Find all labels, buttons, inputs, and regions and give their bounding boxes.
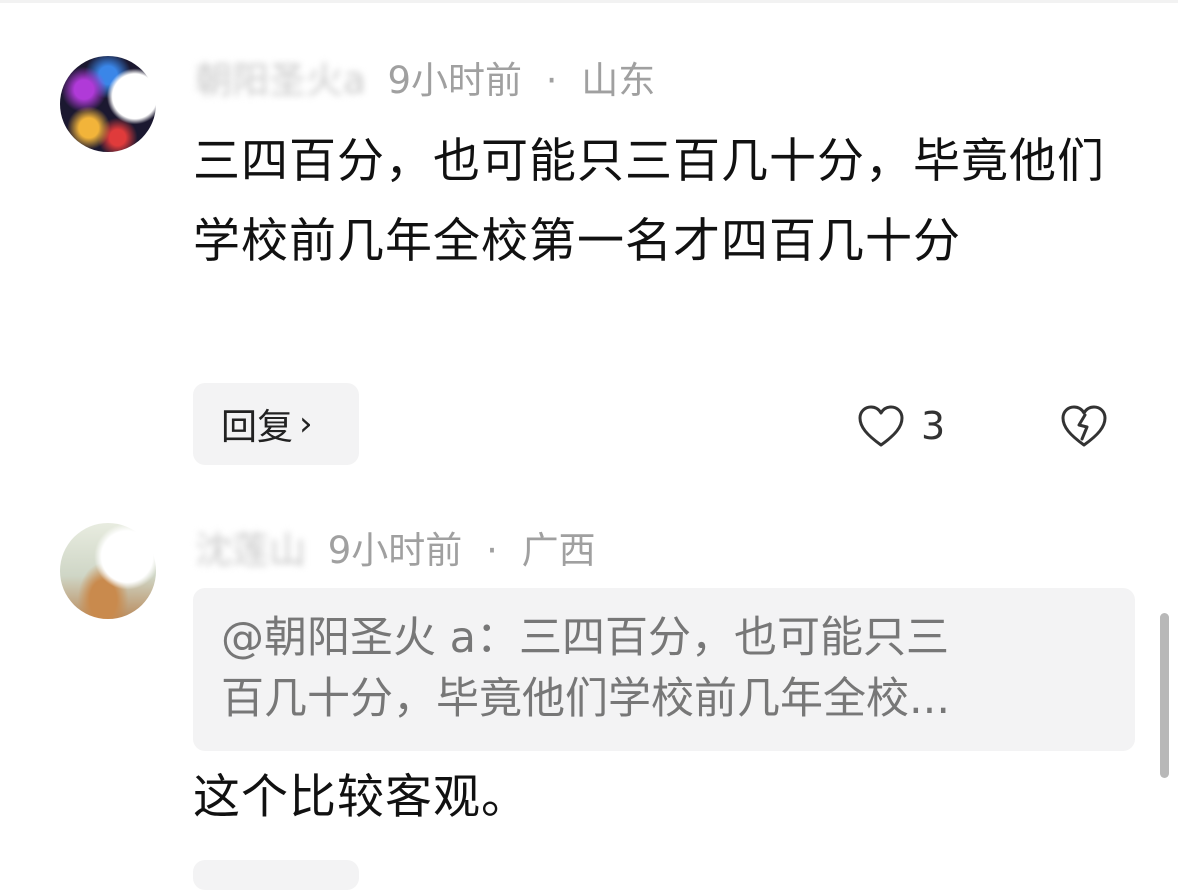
quote-line: 百几十分，毕竟他们学校前几年全校... (221, 674, 951, 724)
comment-location: 广西 (521, 529, 596, 572)
comment-meta: 朝阳圣火a 9小时前 · 山东 (195, 62, 655, 99)
comment-text: 这个比较客观。 (193, 770, 529, 825)
avatar[interactable] (60, 56, 156, 152)
like-count: 3 (921, 404, 946, 448)
meta-separator: · (486, 529, 498, 572)
comment-meta: 沈莲山 9小时前 · 广西 (195, 532, 596, 569)
author-name[interactable]: 朝阳圣火a (195, 59, 366, 102)
avatar[interactable] (60, 523, 156, 619)
reply-label: 回复 (221, 407, 294, 448)
heart-outline-icon[interactable] (857, 404, 905, 448)
comment-text: 三四百分，也可能只三百几十分，毕竟他们学校前几年全校第一名才四百几十分 (193, 134, 1105, 269)
author-name[interactable]: 沈莲山 (195, 529, 306, 572)
broken-heart-icon[interactable] (1060, 404, 1108, 448)
scrollbar[interactable] (1160, 613, 1169, 778)
top-divider (0, 0, 1178, 3)
meta-separator: · (545, 59, 558, 102)
comment-time: 9小时前 (387, 59, 522, 102)
chevron-right-icon: › (299, 404, 313, 444)
comment-location: 山东 (581, 59, 656, 102)
comment-time: 9小时前 (327, 529, 463, 572)
quote-line: @朝阳圣火 a：三四百分，也可能只三 (221, 613, 950, 663)
reply-button[interactable] (193, 860, 359, 890)
quoted-comment[interactable]: @朝阳圣火 a：三四百分，也可能只三 百几十分，毕竟他们学校前几年全校... (193, 588, 1135, 751)
reply-button[interactable]: 回复 › (193, 383, 359, 465)
